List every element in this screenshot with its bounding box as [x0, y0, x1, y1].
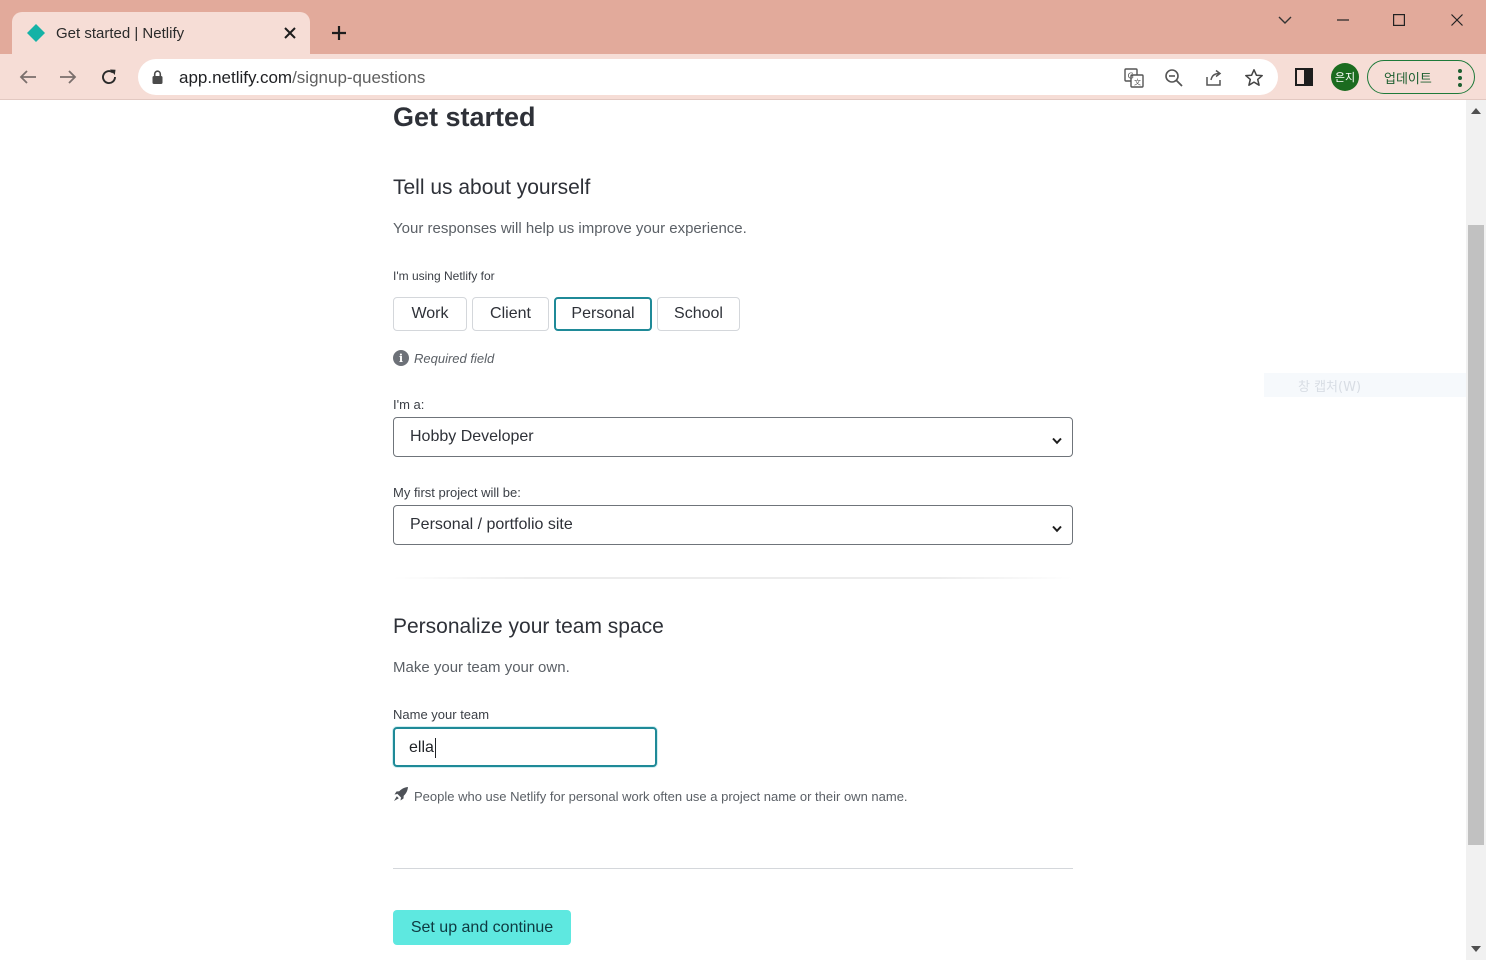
text-caret — [435, 738, 436, 758]
address-bar[interactable]: app.netlify.com/signup-questions G文 — [138, 59, 1278, 95]
scroll-down-icon[interactable] — [1471, 946, 1481, 952]
browser-title-bar: Get started | Netlify — [0, 0, 1486, 54]
required-note: i Required field — [393, 350, 494, 366]
translate-icon[interactable]: G文 — [1120, 64, 1148, 92]
reload-icon[interactable] — [92, 60, 126, 94]
team-name-label: Name your team — [393, 707, 490, 722]
scrollbar-thumb[interactable] — [1468, 225, 1484, 845]
team-subtitle: Make your team your own. — [393, 659, 570, 676]
required-text: Required field — [414, 350, 495, 366]
scroll-up-icon[interactable] — [1471, 108, 1481, 114]
netlify-diamond-icon — [26, 23, 46, 43]
browser-toolbar: app.netlify.com/signup-questions G文 은지 업… — [0, 54, 1486, 100]
usage-label: I'm using Netlify for — [393, 269, 495, 283]
team-name-value: ella — [409, 739, 434, 756]
page-title: Get started — [393, 102, 536, 132]
forward-arrow-icon[interactable] — [51, 60, 85, 94]
about-heading: Tell us about yourself — [393, 176, 591, 199]
svg-text:文: 文 — [1134, 78, 1141, 87]
zoom-out-icon[interactable] — [1160, 64, 1188, 92]
share-icon[interactable] — [1200, 64, 1228, 92]
lock-icon[interactable] — [152, 70, 163, 89]
minimize-icon[interactable] — [1314, 0, 1372, 40]
close-icon[interactable] — [1428, 0, 1486, 40]
info-icon: i — [393, 350, 409, 366]
tab-title: Get started | Netlify — [56, 24, 185, 42]
form-divider — [393, 868, 1073, 869]
section-divider — [393, 577, 1073, 579]
url-text: app.netlify.com/signup-questions — [179, 68, 426, 87]
role-label: I'm a: — [393, 397, 425, 412]
option-work[interactable]: Work — [393, 297, 467, 331]
role-value: Hobby Developer — [410, 428, 534, 445]
team-hint-text: People who use Netlify for personal work… — [414, 789, 908, 804]
option-client[interactable]: Client — [472, 297, 549, 331]
maximize-icon[interactable] — [1370, 0, 1428, 40]
close-tab-icon[interactable] — [274, 17, 306, 49]
capture-overlay: 창 캡처(W) — [1264, 373, 1466, 397]
about-subtitle: Your responses will help us improve your… — [393, 220, 747, 237]
svg-text:G: G — [1128, 72, 1134, 81]
usage-options: Work Client Personal School — [393, 297, 740, 331]
side-panel-icon[interactable] — [1287, 60, 1321, 94]
option-personal[interactable]: Personal — [554, 297, 652, 331]
capture-overlay-text: 창 캡처(W) — [1298, 380, 1362, 395]
more-menu-icon[interactable] — [1458, 69, 1462, 87]
back-arrow-icon[interactable] — [11, 60, 45, 94]
rocket-icon — [393, 786, 409, 807]
project-value: Personal / portfolio site — [410, 516, 573, 533]
page-scrollbar[interactable] — [1466, 100, 1486, 960]
team-name-input[interactable]: ella — [393, 727, 657, 767]
chevron-down-icon[interactable] — [1256, 0, 1314, 40]
chevron-down-icon — [1052, 520, 1062, 538]
team-hint: People who use Netlify for personal work… — [393, 786, 908, 807]
update-button[interactable]: 업데이트 — [1367, 60, 1475, 94]
profile-avatar[interactable]: 은지 — [1331, 63, 1359, 91]
update-button-label: 업데이트 — [1384, 71, 1432, 87]
project-select[interactable]: Personal / portfolio site — [393, 505, 1073, 545]
browser-tab[interactable]: Get started | Netlify — [12, 12, 310, 54]
chevron-down-icon — [1052, 432, 1062, 450]
project-label: My first project will be: — [393, 485, 521, 500]
plus-icon[interactable] — [322, 16, 356, 50]
role-select[interactable]: Hobby Developer — [393, 417, 1073, 457]
setup-continue-button[interactable]: Set up and continue — [393, 910, 571, 945]
page-viewport: Get started Tell us about yourself Your … — [0, 100, 1466, 960]
team-heading: Personalize your team space — [393, 615, 664, 638]
star-icon[interactable] — [1240, 64, 1268, 92]
option-school[interactable]: School — [657, 297, 740, 331]
